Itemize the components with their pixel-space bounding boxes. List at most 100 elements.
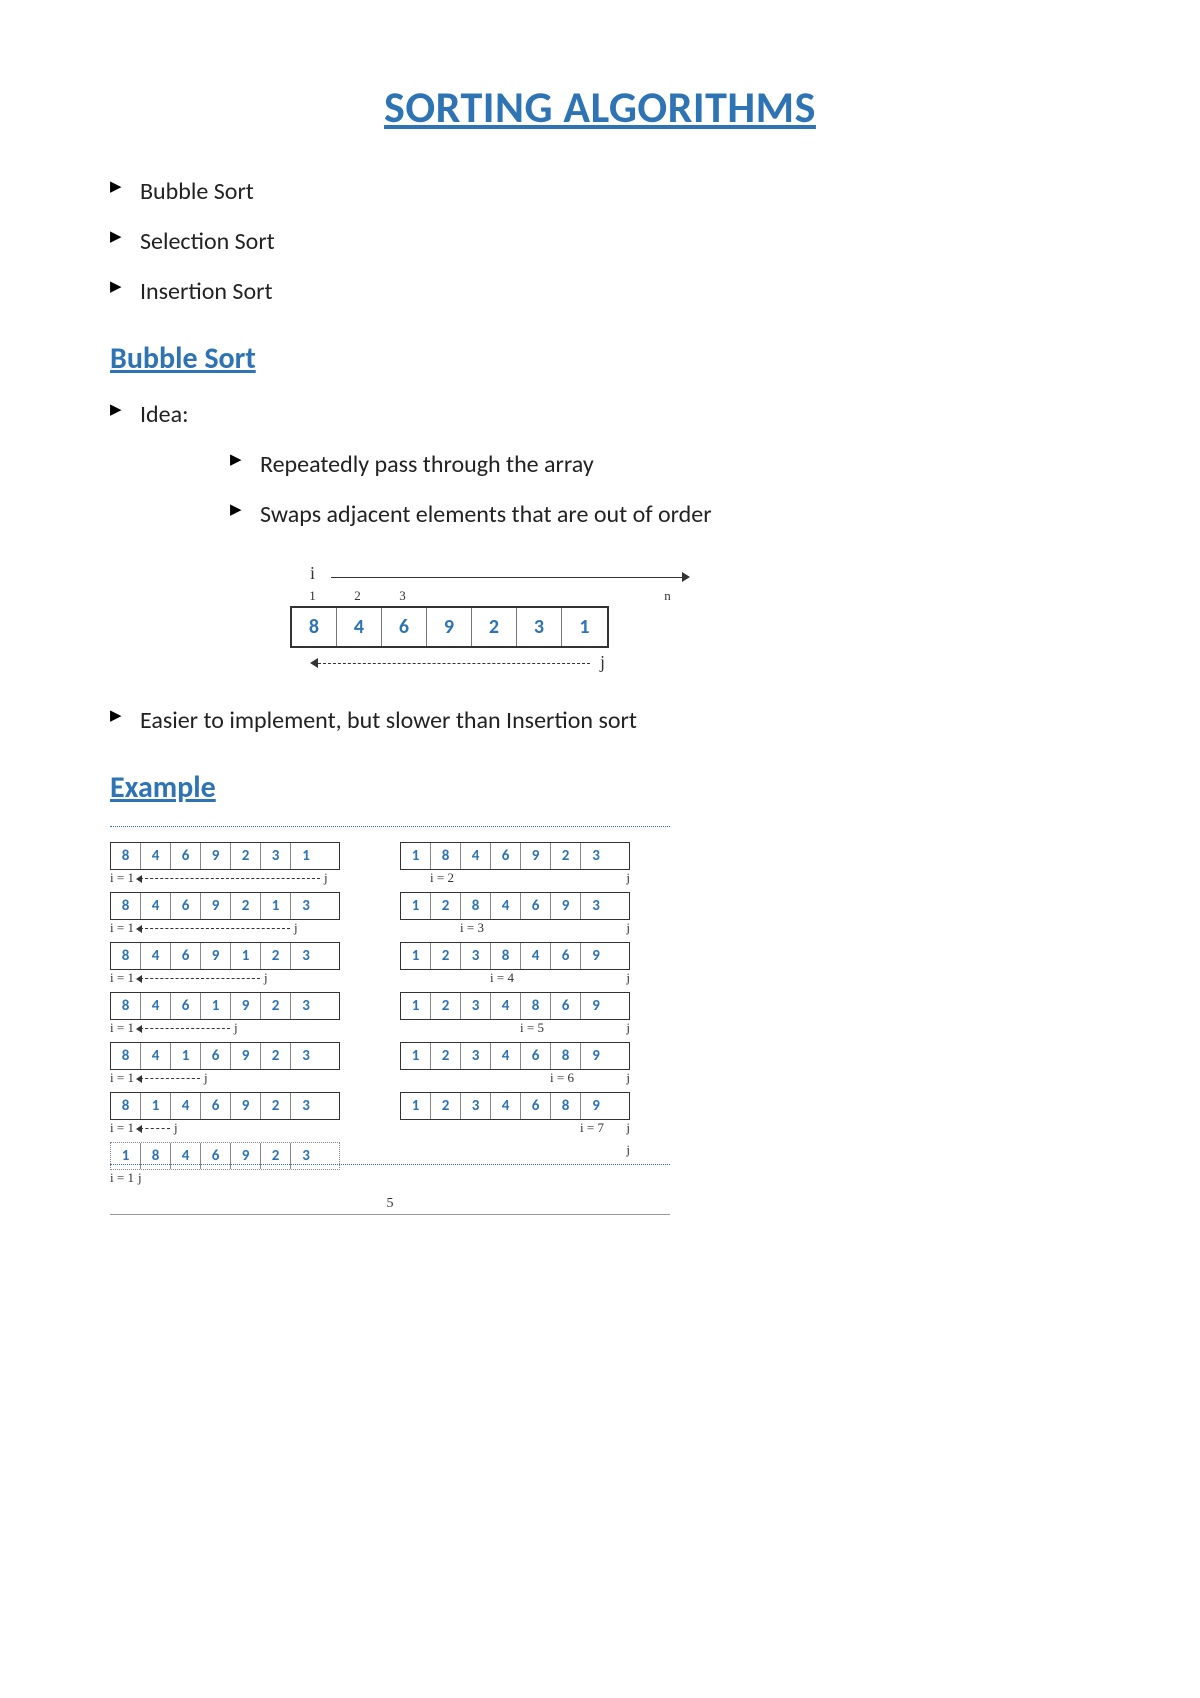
toc-item: Bubble Sort: [110, 174, 1090, 210]
i-label: i = 6: [550, 1070, 574, 1086]
example-step: 8461923i = 1j: [110, 992, 340, 1036]
example-cell: 9: [551, 893, 581, 919]
example-cell: 1: [401, 843, 431, 869]
example-array: 8146923: [110, 1092, 340, 1120]
example-array: 1238469: [400, 942, 630, 970]
example-cell: 9: [201, 943, 231, 969]
example-cell: 6: [551, 943, 581, 969]
example-cell: 8: [461, 893, 491, 919]
example-cell: 4: [171, 1143, 201, 1169]
j-label: j: [626, 1020, 630, 1036]
example-cell: 2: [431, 1043, 461, 1069]
i-label: i = 3: [460, 920, 484, 936]
j-label: j: [626, 1120, 630, 1136]
example-cell: 2: [431, 1093, 461, 1119]
i-label: i = 1: [110, 970, 134, 986]
example-cell: 9: [581, 1043, 611, 1069]
example-cell: 2: [261, 1143, 291, 1169]
section-heading-example: Example: [110, 769, 1090, 806]
bottom-rule: [110, 1214, 670, 1215]
example-cell: 2: [231, 843, 261, 869]
strike-line-icon: [110, 1164, 670, 1165]
example-step: 8469123i = 1j: [110, 942, 340, 986]
idea-point: Repeatedly pass through the array: [230, 447, 1090, 483]
diag-cell: 8: [292, 608, 337, 646]
example-step: 8146923i = 1j: [110, 1092, 340, 1136]
example-cell: 4: [141, 893, 171, 919]
example-cell: 4: [491, 993, 521, 1019]
diag-array: 8 4 6 9 2 3 1: [290, 606, 609, 648]
page-title: SORTING ALGORITHMS: [110, 80, 1090, 134]
example-cell: 3: [291, 893, 321, 919]
example-cell: 1: [401, 1043, 431, 1069]
example-step: 1234869i = 5j: [400, 992, 630, 1036]
arrow-right-icon: [331, 570, 690, 584]
example-cell: 4: [141, 993, 171, 1019]
example-annotation: i = 1j: [110, 1070, 340, 1086]
example-cell: 2: [261, 1093, 291, 1119]
example-cell: 3: [461, 993, 491, 1019]
bubble-diagram: i 1 2 3 n 8 4 6 9 2 3 1 j: [270, 563, 690, 673]
example-annotation: i = 6j: [400, 1070, 630, 1086]
example-annotation: i = 1j: [110, 870, 340, 886]
example-step: 1846923i = 2j: [400, 842, 630, 886]
idea-label: Idea:: [110, 397, 1090, 433]
dash-arrow-icon: [140, 1028, 230, 1029]
example-cell: 9: [231, 1043, 261, 1069]
dash-arrow-icon: [140, 978, 260, 979]
toc-item: Selection Sort: [110, 224, 1090, 260]
example-cell: 3: [291, 993, 321, 1019]
diag-i-label: i: [310, 563, 315, 584]
example-step: 8469231i = 1j: [110, 842, 340, 886]
example-annotation: i = 5j: [400, 1020, 630, 1036]
example-cell: 6: [201, 1093, 231, 1119]
example-cell: 3: [261, 843, 291, 869]
arrow-left-icon: [310, 656, 590, 670]
example-left-col: 8469231i = 1j8469213i = 1j8469123i = 1j8…: [110, 842, 340, 1192]
example-cell: 2: [261, 993, 291, 1019]
example-cell: 1: [291, 843, 321, 869]
example-annotation: i = 1j: [110, 1120, 340, 1136]
example-cell: 3: [291, 1043, 321, 1069]
example-cell: 4: [141, 1043, 171, 1069]
example-array: 1234869: [400, 992, 630, 1020]
j-label: j: [294, 920, 298, 936]
example-cell: 6: [171, 893, 201, 919]
example-cell: 9: [581, 993, 611, 1019]
example-cell: 2: [431, 943, 461, 969]
example-cell: 4: [491, 1093, 521, 1119]
example-array: 1234689: [400, 1042, 630, 1070]
i-label: i = 1: [110, 1070, 134, 1086]
example-array: 8416923: [110, 1042, 340, 1070]
j-label: j: [626, 1142, 630, 1158]
section-heading-bubble: Bubble Sort: [110, 340, 1090, 377]
example-array: 8469123: [110, 942, 340, 970]
example-cell: 6: [521, 893, 551, 919]
tick-n: n: [645, 588, 690, 604]
j-label: j: [626, 920, 630, 936]
example-cell: 6: [201, 1043, 231, 1069]
example-cell: 3: [461, 1043, 491, 1069]
slide-number: 5: [110, 1196, 670, 1212]
example-cell: 8: [431, 843, 461, 869]
example-cell: 4: [491, 1043, 521, 1069]
example-cell: 4: [171, 1093, 201, 1119]
diag-cell: 3: [517, 608, 562, 646]
example-cell: 1: [401, 893, 431, 919]
example-cell: 2: [261, 943, 291, 969]
tick: 1: [290, 588, 335, 604]
example-annotation: i = 3 j: [400, 920, 630, 936]
toc-list: Bubble Sort Selection Sort Insertion Sor…: [110, 174, 1090, 310]
diag-cell: 1: [562, 608, 607, 646]
example-cell: 8: [141, 1143, 171, 1169]
i-label: i = 1: [110, 920, 134, 936]
i-label: i = 1: [110, 870, 134, 886]
example-cell: 1: [111, 1143, 141, 1169]
example-cell: 1: [201, 993, 231, 1019]
note-list: Easier to implement, but slower than Ins…: [110, 703, 1090, 739]
example-cell: 8: [491, 943, 521, 969]
example-cell: 3: [291, 943, 321, 969]
tick: 3: [380, 588, 425, 604]
example-annotation: i = 1j: [110, 1020, 340, 1036]
example-step: 1234689i = 7j: [400, 1092, 630, 1136]
